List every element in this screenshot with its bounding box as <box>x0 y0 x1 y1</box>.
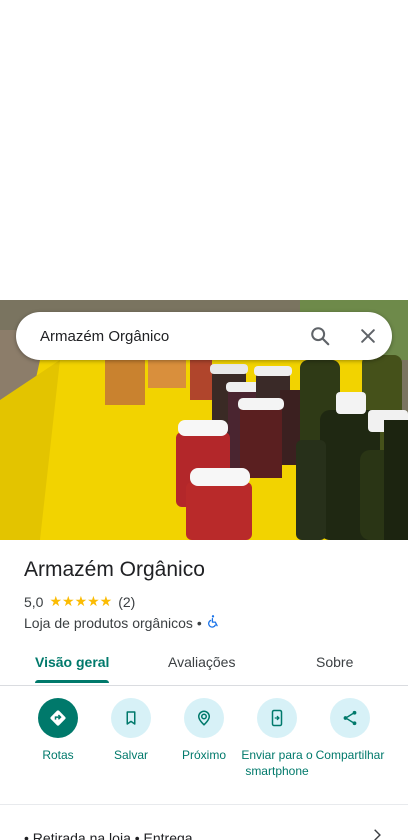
close-icon[interactable] <box>344 312 392 360</box>
action-buttons: Rotas Salvar Próximo Enviar para o smart… <box>0 698 408 798</box>
tab-about[interactable]: Sobre <box>316 654 353 670</box>
category-separator: • <box>196 614 202 631</box>
review-count: (2) <box>118 593 136 610</box>
search-icon[interactable] <box>296 312 344 360</box>
star-rating-icons: ★★★★★ <box>49 593 113 609</box>
share-icon <box>330 698 370 738</box>
tab-reviews[interactable]: Avaliações <box>168 654 235 670</box>
share-label: Compartilhar <box>315 748 385 762</box>
save-button[interactable]: Salvar <box>91 698 171 763</box>
save-label: Salvar <box>113 748 148 762</box>
send-to-phone-icon <box>257 698 297 738</box>
tab-overview[interactable]: Visão geral <box>35 654 109 670</box>
directions-icon <box>38 698 78 738</box>
wheelchair-accessible-icon <box>206 614 220 631</box>
service-options[interactable]: • Retirada na loja • Entrega <box>24 830 193 840</box>
map-area[interactable] <box>0 0 408 300</box>
nearby-icon <box>184 698 224 738</box>
place-title: Armazém Orgânico <box>24 558 205 581</box>
send-to-phone-button[interactable]: Enviar para o smartphone <box>237 698 317 779</box>
bookmark-icon <box>111 698 151 738</box>
category-row: Loja de produtos orgânicos • <box>24 614 220 631</box>
place-details-sheet: Armazém Orgânico 5,0 ★★★★★ (2) Loja de p… <box>0 540 408 840</box>
directions-button[interactable]: Rotas <box>18 698 98 763</box>
share-button[interactable]: Compartilhar <box>310 698 390 763</box>
chevron-right-icon[interactable] <box>370 828 384 840</box>
active-tab-indicator <box>35 680 109 683</box>
place-category: Loja de produtos orgânicos <box>24 614 193 631</box>
rating-row[interactable]: 5,0 ★★★★★ (2) <box>24 593 135 610</box>
nearby-button[interactable]: Próximo <box>164 698 244 763</box>
nearby-label: Próximo <box>181 748 226 762</box>
section-divider <box>0 804 408 805</box>
search-query[interactable]: Armazém Orgânico <box>40 328 296 345</box>
send-to-phone-label: Enviar para o smartphone <box>241 748 313 778</box>
rating-value: 5,0 <box>24 593 44 610</box>
search-bar[interactable]: Armazém Orgânico <box>16 312 392 360</box>
directions-label: Rotas <box>42 748 74 762</box>
